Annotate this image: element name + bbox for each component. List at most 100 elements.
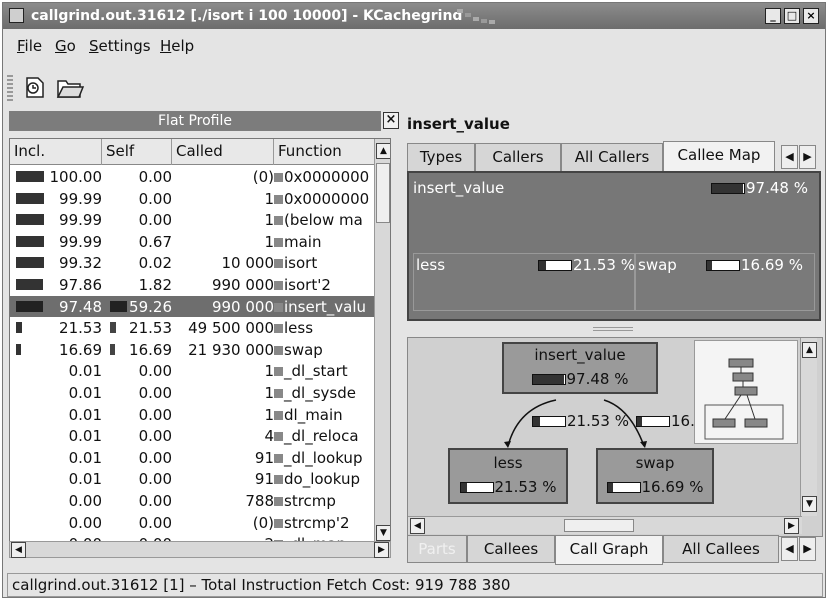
menu-file[interactable]: File [17, 37, 42, 55]
menu-settings[interactable]: Settings [89, 37, 151, 55]
callee-map-swap-label: swap [638, 256, 677, 274]
title-bar[interactable]: callgrind.out.31612 [./isort i 100 10000… [3, 3, 825, 29]
maximize-button[interactable]: □ [784, 8, 800, 24]
bottom-tab-scroll-left-icon[interactable]: ◀ [781, 537, 798, 561]
table-row[interactable]: 0.01 0.00 1 _dl_sysde [10, 382, 374, 404]
table-row[interactable]: 99.99 0.00 1 (below ma [10, 209, 374, 231]
graph-hscroll-thumb[interactable] [564, 519, 634, 532]
flat-profile-close-button[interactable]: × [383, 112, 399, 129]
scroll-left-arrow[interactable]: ◀ [11, 542, 26, 558]
menu-go[interactable]: Go [55, 37, 76, 55]
open-recent-button[interactable] [21, 73, 49, 101]
graph-scroll-left-arrow[interactable]: ◀ [410, 518, 425, 534]
table-row[interactable]: 21.53 21.53 49 500 000 less [10, 317, 374, 339]
pct-bar-fill [637, 417, 643, 426]
function-name: _dl_sysde [284, 384, 356, 402]
callee-map-child-swap[interactable]: swap 16.69 % [635, 253, 815, 311]
flat-profile-title: Flat Profile [9, 111, 381, 131]
tab-callees[interactable]: Callees [467, 535, 555, 563]
pct-bar-fill [532, 375, 564, 384]
table-row[interactable]: 0.01 0.00 1 dl_main [10, 404, 374, 426]
graph-node-root-pct-text: 97.48 % [566, 370, 629, 388]
table-row[interactable]: 99.99 0.00 1 0x0000000 [10, 188, 374, 210]
table-row[interactable]: 99.32 0.02 10 000 isort [10, 252, 374, 274]
table-row[interactable]: 16.69 16.69 21 930 000 swap [10, 339, 374, 361]
function-cell: dl_main [274, 406, 374, 424]
graph-scroll-up-arrow[interactable]: ▲ [802, 342, 817, 358]
graph-node-insert-value[interactable]: insert_value 97.48 % [502, 342, 658, 394]
callee-map-child-less[interactable]: less 21.53 % [413, 253, 635, 311]
open-file-button[interactable] [55, 73, 85, 101]
function-name: insert_valu [284, 297, 367, 316]
tab-scroll-right-icon[interactable]: ▶ [799, 145, 816, 169]
bottom-tab-scroll-right-icon[interactable]: ▶ [799, 537, 816, 561]
table-row[interactable]: 97.86 1.82 990 000 isort'2 [10, 274, 374, 296]
called-cell: (0) [252, 513, 274, 532]
function-cell: main [274, 233, 374, 251]
graph-horizontal-scrollbar[interactable]: ◀ ▶ [408, 516, 802, 534]
tab-all-callees[interactable]: All Callees [663, 535, 779, 563]
callee-map[interactable]: insert_value 97.48 % less 21.53 % swap 1… [407, 171, 821, 321]
graph-vertical-scrollbar[interactable]: ▲ ▼ [800, 338, 817, 516]
edge-swap-bar [636, 416, 670, 427]
tab-all-callers[interactable]: All Callers [561, 143, 663, 171]
tab-callee-map[interactable]: Callee Map [663, 141, 775, 172]
tab-types[interactable]: Types [407, 143, 475, 171]
column-function[interactable]: Function [274, 139, 374, 165]
menu-help[interactable]: Help [160, 37, 194, 55]
function-cell: isort'2 [274, 276, 374, 294]
tab-call-graph[interactable]: Call Graph [555, 535, 663, 565]
callee-map-less-pct: 21.53 % [538, 256, 635, 274]
table-row[interactable]: 0.01 0.00 1 _dl_start [10, 360, 374, 382]
function-color-icon [274, 432, 283, 442]
graph-node-swap-label: swap [635, 454, 675, 472]
menu-help-mnemonic: H [160, 37, 172, 55]
table-row[interactable]: 97.48 59.26 990 000 insert_valu [10, 295, 374, 318]
call-graph-overview[interactable] [694, 340, 798, 444]
call-graph[interactable]: insert_value 97.48 % 21.53 % 16. less 21… [407, 337, 823, 537]
graph-node-less[interactable]: less 21.53 % [448, 448, 568, 504]
graph-scroll-down-arrow[interactable]: ▼ [802, 496, 817, 512]
column-incl[interactable]: Incl. [10, 139, 102, 165]
table-row[interactable]: 99.99 0.67 1 main [10, 231, 374, 253]
self-cell: 0.00 [138, 470, 172, 489]
tab-callers[interactable]: Callers [475, 143, 561, 171]
incl-cell: 99.99 [59, 232, 102, 251]
table-row[interactable]: 100.00 0.00 (0) 0x0000000 [10, 166, 374, 188]
incl-cell: 0.01 [68, 427, 102, 446]
graph-node-root-bar [531, 374, 566, 385]
tab-scroll-left-icon[interactable]: ◀ [781, 145, 798, 169]
table-horizontal-scrollbar[interactable]: ◀ ▶ [9, 541, 391, 558]
scroll-up-arrow[interactable]: ▲ [376, 143, 390, 159]
called-cell: 1 [264, 232, 274, 251]
close-window-button[interactable]: × [803, 8, 819, 24]
self-cell: 59.26 [129, 297, 172, 316]
column-called[interactable]: Called [172, 139, 274, 165]
table-row[interactable]: 0.00 0.00 (0) strcmp'2 [10, 512, 374, 534]
table-row[interactable]: 0.01 0.00 91 _dl_lookup [10, 447, 374, 469]
window-menu-icon[interactable] [9, 8, 24, 23]
scroll-down-arrow[interactable]: ▼ [376, 525, 390, 541]
edge-less-bar [532, 416, 566, 427]
function-color-icon [274, 194, 283, 204]
minimize-button[interactable]: _ [765, 8, 781, 24]
table-row[interactable]: 0.01 0.00 4 _dl_reloca [10, 425, 374, 447]
edge-label-swap: 16. [636, 412, 695, 430]
scroll-right-arrow[interactable]: ▶ [374, 542, 389, 558]
column-self[interactable]: Self [102, 139, 172, 165]
function-color-icon [274, 302, 283, 312]
table-row[interactable]: 0.00 0.00 788 strcmp [10, 490, 374, 512]
table-row[interactable]: 0.01 0.00 91 do_lookup [10, 468, 374, 490]
called-cell: 990 000 [211, 297, 274, 316]
toolbar-grip[interactable] [7, 75, 13, 101]
graph-node-swap[interactable]: swap 16.69 % [596, 448, 714, 504]
panel-splitter[interactable] [593, 327, 633, 331]
scroll-thumb[interactable] [376, 163, 390, 223]
function-cell: 0x0000000 [274, 190, 374, 208]
pct-bar-fill [539, 261, 546, 270]
graph-scroll-right-arrow[interactable]: ▶ [784, 518, 799, 534]
tab-parts: Parts [407, 535, 467, 563]
incl-cell: 0.01 [68, 405, 102, 424]
edge-less-arrow-icon [504, 441, 511, 448]
table-vertical-scrollbar[interactable]: ▲ ▼ [374, 139, 390, 547]
